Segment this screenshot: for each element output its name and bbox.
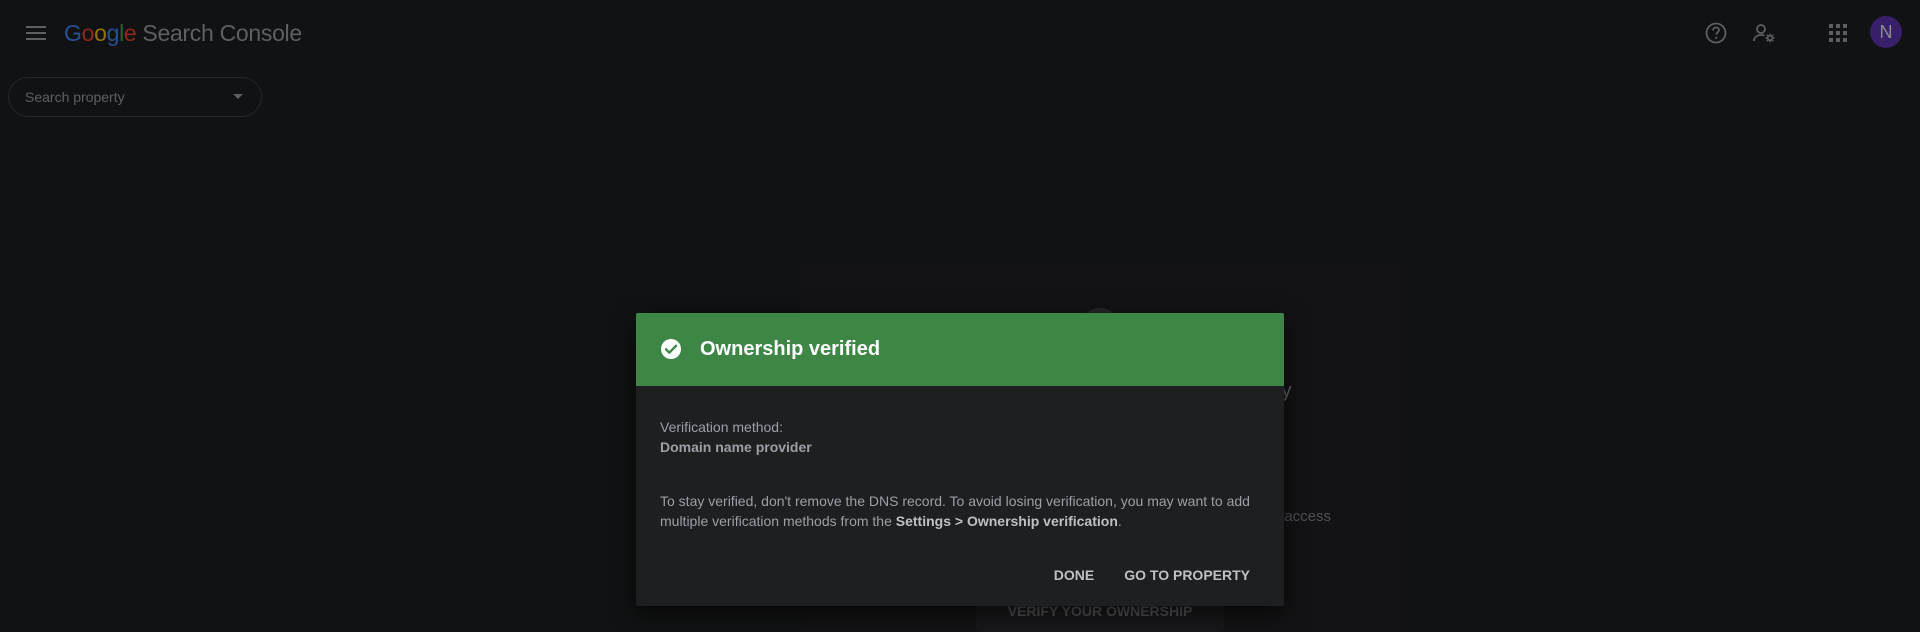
dialog-title: Ownership verified bbox=[700, 338, 881, 360]
settings-path: Settings > Ownership verification bbox=[895, 513, 1118, 529]
verification-info-text: To stay verified, don't remove the DNS r… bbox=[660, 491, 1260, 531]
search-console-app: Google Search Console N Search property … bbox=[0, 0, 1920, 632]
dialog-actions: DONE GO TO PROPERTY bbox=[1044, 557, 1260, 593]
info-text-suffix: . bbox=[1117, 513, 1122, 529]
ownership-verified-dialog: Ownership verified Verification method: … bbox=[636, 313, 1284, 606]
verification-method-label: Verification method: bbox=[660, 419, 783, 435]
check-circle-icon bbox=[661, 339, 681, 359]
go-to-property-button[interactable]: GO TO PROPERTY bbox=[1114, 559, 1260, 591]
verification-method-value: Domain name provider bbox=[660, 439, 812, 455]
done-button[interactable]: DONE bbox=[1044, 559, 1104, 591]
dialog-header: Ownership verified bbox=[636, 313, 1284, 386]
